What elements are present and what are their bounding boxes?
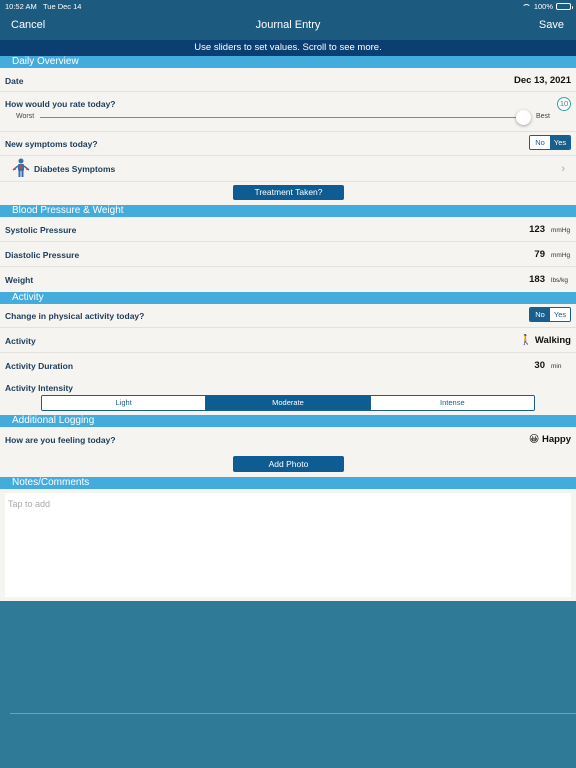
wifi-icon: [521, 3, 531, 10]
activity-label: Activity: [5, 336, 36, 346]
status-bar: 10:52 AM Tue Dec 14 100%: [0, 0, 576, 12]
activity-change-no-option[interactable]: No: [530, 308, 550, 321]
diastolic-value[interactable]: 79 mmHg: [534, 249, 571, 260]
activity-change-yes-option[interactable]: Yes: [550, 308, 570, 321]
notes-textarea[interactable]: [5, 493, 571, 597]
slider-min-label: Worst: [16, 113, 35, 120]
navigation-bar: Cancel Journal Entry Save: [0, 12, 576, 40]
symptoms-label: New symptoms today?: [5, 139, 98, 149]
activity-intensity-segmented[interactable]: Light Moderate Intense: [41, 395, 535, 411]
date-label: Date: [5, 76, 24, 86]
feeling-label: How are you feeling today?: [5, 435, 116, 445]
rate-label: How would you rate today?: [5, 99, 116, 109]
activity-duration-label: Activity Duration: [5, 361, 74, 371]
systolic-row[interactable]: Systolic Pressure 123 mmHg: [0, 217, 576, 242]
activity-duration-value[interactable]: 30 min: [534, 360, 571, 371]
bottom-divider: [10, 713, 576, 714]
section-daily-overview: Daily Overview: [0, 56, 576, 68]
diabetes-body-icon: [12, 158, 30, 177]
hint-banner: Use sliders to set values. Scroll to see…: [0, 40, 576, 56]
section-activity: Activity: [0, 292, 576, 304]
journal-form[interactable]: Daily Overview Date Dec 13, 2021 How wou…: [0, 56, 576, 601]
cancel-button[interactable]: Cancel: [11, 19, 45, 31]
slider-max-label: Best: [536, 113, 551, 120]
activity-value[interactable]: 🚶 Walking: [520, 335, 571, 346]
systolic-value[interactable]: 123 mmHg: [529, 224, 571, 235]
rate-slider-track[interactable]: [40, 117, 523, 118]
symptoms-yes-option[interactable]: Yes: [550, 136, 570, 149]
intensity-light-option[interactable]: Light: [42, 396, 207, 410]
happy-face-icon: 😀: [528, 434, 540, 445]
rate-slider-thumb[interactable]: [516, 110, 531, 125]
diabetes-symptoms-row[interactable]: Diabetes Symptoms: [0, 156, 576, 182]
battery-percent: 100%: [533, 2, 553, 11]
chevron-right-icon: ›: [561, 163, 565, 175]
rate-value-badge: 10: [557, 97, 571, 111]
weight-row[interactable]: Weight 183 lbs/kg: [0, 267, 576, 292]
activity-row[interactable]: Activity 🚶 Walking: [0, 328, 576, 353]
feeling-row[interactable]: How are you feeling today? 😀 Happy: [0, 427, 576, 452]
weight-label: Weight: [5, 275, 34, 285]
status-right: 100%: [521, 2, 573, 11]
status-time: 10:52 AM Tue Dec 14: [5, 2, 82, 11]
weight-value[interactable]: 183 lbs/kg: [529, 274, 571, 285]
activity-change-label: Change in physical activity today?: [5, 311, 145, 321]
diastolic-label: Diastolic Pressure: [5, 250, 80, 260]
diastolic-row[interactable]: Diastolic Pressure 79 mmHg: [0, 242, 576, 267]
activity-intensity-label: Activity Intensity: [5, 383, 74, 393]
add-photo-button[interactable]: Add Photo: [233, 456, 344, 472]
intensity-moderate-option[interactable]: Moderate: [206, 396, 371, 410]
walking-person-icon: 🚶: [519, 335, 533, 346]
activity-change-toggle[interactable]: No Yes: [529, 307, 571, 322]
intensity-intense-option[interactable]: Intense: [370, 396, 534, 410]
symptoms-no-option[interactable]: No: [530, 136, 550, 149]
activity-duration-row[interactable]: Activity Duration 30 min: [0, 353, 576, 378]
symptoms-row: New symptoms today? No Yes: [0, 132, 576, 156]
save-button[interactable]: Save: [539, 19, 564, 31]
section-additional-logging: Additional Logging: [0, 415, 576, 427]
feeling-value[interactable]: 😀 Happy: [529, 434, 571, 445]
section-notes-comments: Notes/Comments: [0, 477, 576, 489]
rate-row: How would you rate today?: [0, 92, 576, 132]
page-title: Journal Entry: [255, 19, 321, 31]
systolic-label: Systolic Pressure: [5, 225, 77, 235]
date-row[interactable]: Date Dec 13, 2021: [0, 68, 576, 92]
date-value[interactable]: Dec 13, 2021: [514, 75, 571, 86]
symptoms-toggle[interactable]: No Yes: [529, 135, 571, 150]
section-blood-pressure-weight: Blood Pressure & Weight: [0, 205, 576, 217]
battery-icon: [556, 3, 573, 10]
treatment-taken-button[interactable]: Treatment Taken?: [233, 185, 344, 200]
diabetes-symptoms-label: Diabetes Symptoms: [34, 164, 116, 174]
activity-change-row: Change in physical activity today? No Ye…: [0, 304, 576, 328]
